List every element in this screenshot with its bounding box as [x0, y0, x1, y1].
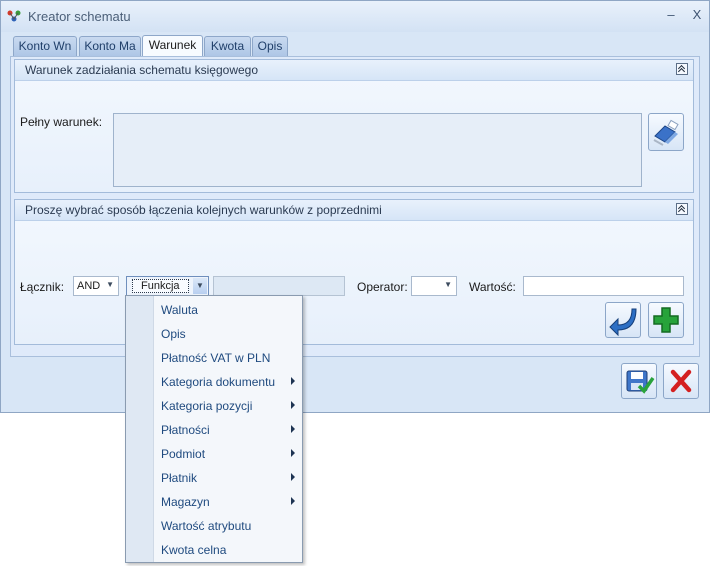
join-group-title: Proszę wybrać sposób łączenia kolejnych … — [25, 203, 382, 217]
submenu-arrow-icon — [291, 377, 295, 385]
operator-select[interactable]: ▼ — [411, 276, 457, 296]
menu-item-platnosc-vat[interactable]: Płatność VAT w PLN — [153, 346, 303, 370]
tab-kwota[interactable]: Kwota — [204, 36, 251, 56]
function-dropdown-menu: Waluta Opis Płatność VAT w PLN Kategoria… — [125, 295, 303, 563]
chevron-down-icon: ▼ — [193, 278, 207, 294]
menu-item-kategoria-pozycji[interactable]: Kategoria pozycji — [153, 394, 303, 418]
connector-label: Łącznik: — [20, 280, 65, 294]
minimize-button[interactable]: – — [663, 7, 679, 22]
window-title: Kreator schematu — [28, 9, 131, 24]
cancel-button[interactable] — [663, 363, 699, 399]
join-group-header: Proszę wybrać sposób łączenia kolejnych … — [15, 200, 693, 221]
schema-wizard-window: Kreator schematu – X Konto Wn Konto Ma W… — [0, 0, 710, 413]
connector-select-value: AND — [77, 280, 101, 292]
menu-item-label: Magazyn — [161, 495, 210, 509]
app-icon — [7, 10, 21, 22]
submenu-arrow-icon — [291, 449, 295, 457]
cancel-x-icon — [670, 369, 692, 393]
menu-item-waluta[interactable]: Waluta — [153, 298, 303, 322]
connector-select[interactable]: AND ▼ — [73, 276, 119, 296]
menu-item-label: Kwota celna — [161, 543, 227, 557]
apply-condition-button[interactable] — [605, 302, 641, 338]
close-window-button[interactable]: X — [689, 7, 705, 22]
function-select[interactable]: Funkcja ▼ — [126, 276, 209, 296]
menu-item-label: Opis — [161, 327, 186, 341]
insert-arrow-icon — [609, 308, 637, 337]
menu-item-platnosci[interactable]: Płatności — [153, 418, 303, 442]
menu-item-wartosc-atrybutu[interactable]: Wartość atrybutu — [153, 514, 303, 538]
tab-opis[interactable]: Opis — [252, 36, 288, 56]
menu-item-platnik[interactable]: Płatnik — [153, 466, 303, 490]
menu-item-label: Wartość atrybutu — [161, 519, 252, 533]
tab-konto-wn[interactable]: Konto Wn — [13, 36, 77, 56]
chevron-down-icon: ▼ — [444, 280, 452, 289]
tab-warunek[interactable]: Warunek — [142, 35, 203, 57]
menu-item-label: Waluta — [161, 303, 198, 317]
clear-condition-button[interactable] — [648, 113, 684, 151]
title-bar[interactable]: Kreator schematu – X — [1, 1, 709, 32]
menu-item-label: Płatności — [161, 423, 210, 437]
menu-item-label: Kategoria dokumentu — [161, 375, 276, 389]
submenu-arrow-icon — [291, 473, 295, 481]
menu-icon-strip — [126, 296, 154, 562]
menu-item-label: Kategoria pozycji — [161, 399, 253, 413]
add-condition-button[interactable] — [648, 302, 684, 338]
condition-group-title: Warunek zadziałania schematu księgowego — [25, 63, 259, 77]
menu-item-label: Płatność VAT w PLN — [161, 351, 271, 365]
chevron-down-icon: ▼ — [106, 280, 114, 289]
submenu-arrow-icon — [291, 425, 295, 433]
eraser-icon — [653, 119, 679, 146]
function-select-value: Funkcja — [132, 279, 189, 293]
tab-konto-ma[interactable]: Konto Ma — [79, 36, 141, 56]
full-condition-label: Pełny warunek: — [20, 115, 103, 129]
function-argument-field — [213, 276, 345, 296]
submenu-arrow-icon — [291, 401, 295, 409]
value-input[interactable] — [523, 276, 684, 296]
plus-icon — [653, 307, 679, 333]
submenu-arrow-icon — [291, 497, 295, 505]
full-condition-field[interactable] — [113, 113, 642, 187]
menu-item-opis[interactable]: Opis — [153, 322, 303, 346]
join-group: Proszę wybrać sposób łączenia kolejnych … — [14, 199, 694, 345]
value-label: Wartość: — [469, 280, 516, 294]
collapse-condition-button[interactable] — [676, 63, 688, 75]
condition-group-header: Warunek zadziałania schematu księgowego — [15, 60, 693, 81]
menu-item-kategoria-dokumentu[interactable]: Kategoria dokumentu — [153, 370, 303, 394]
save-check-icon — [626, 370, 655, 394]
menu-item-label: Podmiot — [161, 447, 206, 461]
operator-label: Operator: — [357, 280, 408, 294]
save-button[interactable] — [621, 363, 657, 399]
menu-item-kwota-celna[interactable]: Kwota celna — [153, 538, 303, 562]
menu-item-magazyn[interactable]: Magazyn — [153, 490, 303, 514]
collapse-join-button[interactable] — [676, 203, 688, 215]
menu-item-podmiot[interactable]: Podmiot — [153, 442, 303, 466]
menu-item-label: Płatnik — [161, 471, 198, 485]
